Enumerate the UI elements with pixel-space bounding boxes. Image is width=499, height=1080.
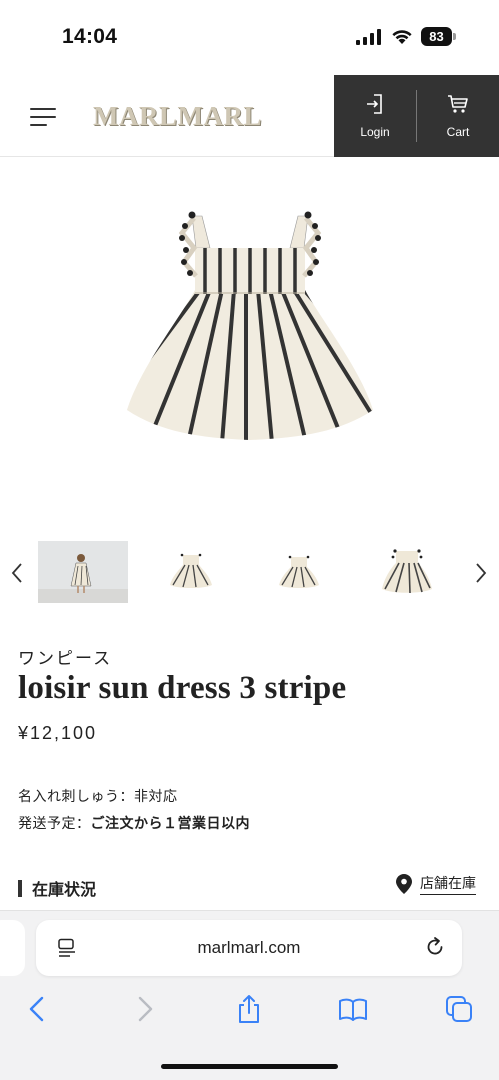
battery-level: 83	[421, 27, 452, 46]
thumbnail-dress-back[interactable]	[254, 541, 344, 603]
product-image[interactable]	[110, 198, 390, 458]
thumbnail-dress-front[interactable]	[146, 541, 236, 603]
status-bar: 14:04 83	[0, 0, 499, 75]
reader-icon[interactable]	[57, 938, 77, 958]
site-header: MARLMARL Login Cart	[0, 75, 499, 157]
stock-heading-label: 在庫状況	[32, 882, 97, 899]
chevron-right-icon[interactable]	[470, 560, 490, 586]
bookmarks-icon[interactable]	[338, 994, 368, 1024]
previous-tab-preview[interactable]	[0, 920, 25, 976]
heading-bar	[18, 879, 22, 897]
address-bar[interactable]: marlmarl.com	[36, 920, 462, 976]
hamburger-menu-icon[interactable]	[30, 108, 56, 126]
product-category: ワンピース	[18, 649, 113, 668]
dress-thumbnail-image	[382, 549, 432, 594]
status-time: 14:04	[62, 25, 118, 48]
location-pin-icon	[396, 874, 412, 894]
store-stock-link[interactable]: 店舗在庫	[396, 873, 476, 895]
model-photo-image	[38, 541, 128, 603]
wifi-icon	[392, 30, 412, 44]
battery-icon: 83	[421, 27, 457, 46]
reload-icon[interactable]	[424, 936, 446, 958]
home-indicator[interactable]	[161, 1064, 338, 1069]
embroidery-info: 名入れ刺しゅう：非対応	[18, 788, 178, 804]
shipping-info: 発送予定：ご注文から１営業日以内	[18, 813, 250, 833]
thumbnail-model-photo[interactable]	[38, 541, 128, 603]
thumbnail-dress-detail[interactable]	[362, 541, 452, 603]
chevron-left-icon[interactable]	[8, 560, 28, 586]
cart-icon	[448, 95, 468, 113]
browser-toolbar: marlmarl.com	[0, 911, 499, 1080]
cart-label: Cart	[446, 125, 470, 139]
stock-heading: 在庫状況	[18, 876, 96, 900]
dress-thumbnail-image	[279, 555, 319, 588]
login-button[interactable]: Login	[334, 75, 416, 157]
cart-button[interactable]: Cart	[417, 75, 499, 157]
tabs-icon[interactable]	[444, 994, 474, 1024]
site-logo[interactable]: MARLMARL	[93, 101, 262, 132]
signal-icon	[356, 29, 381, 45]
url-text: marlmarl.com	[197, 938, 301, 957]
product-price: ¥12,100	[18, 723, 98, 743]
battery-tip	[453, 33, 456, 40]
forward-icon[interactable]	[130, 994, 160, 1024]
shipping-value: ご注文から１営業日以内	[90, 815, 250, 831]
product-title: loisir sun dress 3 stripe	[18, 670, 347, 706]
store-stock-label: 店舗在庫	[420, 873, 476, 895]
login-label: Login	[360, 125, 390, 139]
header-actions: Login Cart	[334, 75, 499, 157]
back-icon[interactable]	[22, 994, 52, 1024]
share-icon[interactable]	[234, 994, 264, 1024]
login-icon	[367, 94, 382, 114]
shipping-label: 発送予定：	[18, 815, 91, 831]
dress-thumbnail-image	[170, 553, 212, 588]
